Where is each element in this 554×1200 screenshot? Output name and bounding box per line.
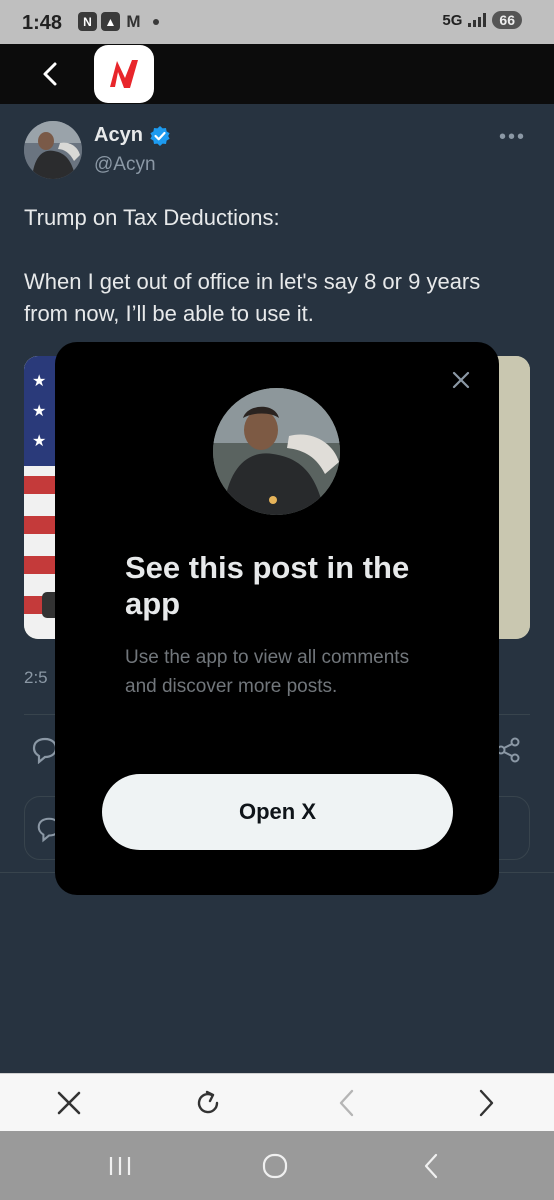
open-in-app-modal: See this post in the app Use the app to … [55,342,499,895]
author-name-text: Acyn [94,124,143,146]
chevron-left-icon [43,62,57,86]
author-name[interactable]: Acyn [94,124,171,147]
recents-button[interactable] [100,1149,140,1183]
status-time: 1:48 [22,12,63,34]
svg-text:★: ★ [32,431,46,450]
close-icon [57,1091,81,1115]
network-label: 5G [442,11,463,29]
more-horizontal-icon: ••• [498,126,526,148]
news-logo-mark [110,60,138,88]
author-avatar[interactable] [24,121,82,179]
svg-text:★: ★ [32,401,46,420]
author-handle[interactable]: @Acyn [94,154,156,176]
modal-subtitle: Use the app to view all comments and dis… [125,647,410,697]
browser-forward-button[interactable] [466,1083,506,1123]
modal-title: See this post in the app [125,550,410,621]
back-button[interactable] [30,56,70,92]
home-icon [262,1153,288,1179]
modal-close-button[interactable] [447,366,475,394]
status-bar: 1:48 N ▲ M 5G 66 [0,0,554,44]
status-right: 5G 66 [442,11,522,29]
modal-author-avatar [213,388,340,515]
browser-back-button[interactable] [327,1083,367,1123]
app-n-icon: N [78,12,97,31]
recents-icon [109,1157,131,1175]
back-icon [424,1153,438,1179]
avatar-image [24,121,82,179]
news-app-logo [94,45,154,103]
tweet-text: Trump on Tax Deductions: When I get out … [24,205,481,326]
gmail-icon: M [126,11,141,31]
tweet-timestamp: 2:5 [24,668,48,687]
forward-arrow-icon [479,1089,494,1117]
verified-badge-icon [150,125,170,146]
more-notifications-dot [153,18,159,25]
refresh-icon [197,1090,219,1114]
browser-toolbar [0,1073,554,1132]
close-icon [452,371,470,389]
signal-icon [468,13,487,27]
svg-text:★: ★ [32,371,46,390]
browser-refresh-button[interactable] [188,1083,228,1123]
battery-level: 66 [492,11,522,29]
back-arrow-icon [339,1089,354,1117]
open-x-button[interactable]: Open X [102,774,453,850]
more-options-button[interactable]: ••• [499,126,526,149]
apex-icon: ▲ [101,12,120,31]
system-back-button[interactable] [411,1149,451,1183]
home-button[interactable] [255,1149,295,1183]
avatar-image [213,388,340,515]
notification-icons: N ▲ M [78,12,159,31]
browser-close-button[interactable] [49,1083,89,1123]
app-header [0,44,554,104]
system-nav-bar [0,1131,554,1200]
